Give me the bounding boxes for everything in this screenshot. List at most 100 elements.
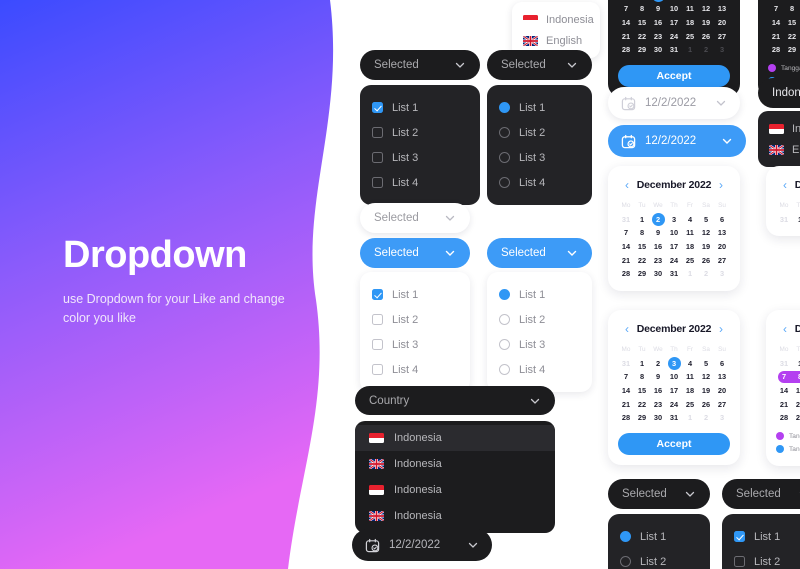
list-item[interactable]: List 2 <box>372 307 458 332</box>
calendar-day[interactable]: 30 <box>650 43 666 57</box>
radio-icon[interactable] <box>499 152 510 163</box>
calendar-day[interactable]: 5 <box>698 213 714 227</box>
calendar-grid[interactable]: Mo Tu We Th Fr Sa Su 31 1 2 3 4 5 6 <box>776 199 800 226</box>
checkbox-list-dark[interactable]: List 1 List 2 List 3 List 4 <box>360 85 480 205</box>
calendar-day[interactable]: 2 <box>698 43 714 57</box>
list-item[interactable]: List 2 <box>620 549 698 569</box>
language-option[interactable]: Indonesia <box>523 9 594 30</box>
radio-icon[interactable] <box>499 314 510 325</box>
list-item[interactable]: List 1 <box>620 524 698 549</box>
calendar-day[interactable]: 20 <box>714 384 730 398</box>
checkbox-icon[interactable] <box>372 314 383 325</box>
calendar-day[interactable]: 23 <box>650 29 666 43</box>
date-picker-blue[interactable]: 12/2/2022 <box>608 125 746 157</box>
list-item[interactable]: List 4 <box>372 357 458 382</box>
list-item[interactable]: List 2 <box>734 549 800 569</box>
checkbox-icon[interactable] <box>372 289 383 300</box>
radio-icon[interactable] <box>499 339 510 350</box>
calendar-day[interactable]: 22 <box>784 29 800 43</box>
calendar-grid[interactable]: Mo Tu We Th Fr Sa Su 31 1 2 3 4 5 6 7 8 … <box>618 0 730 57</box>
country-dropdown-menu[interactable]: Indonesia Indonesia Indonesia Indonesia <box>355 421 555 533</box>
checkbox-list-light[interactable]: List 1 List 2 List 3 List 4 <box>360 272 470 392</box>
radio-icon[interactable] <box>620 556 631 567</box>
calendar-day[interactable]: 10 <box>666 2 682 16</box>
language-option[interactable]: English <box>769 139 800 160</box>
calendar-day[interactable]: 8 <box>634 226 650 240</box>
calendar-day[interactable]: 29 <box>634 267 650 281</box>
calendar-day[interactable]: 7 <box>618 2 634 16</box>
calendar-day[interactable]: 26 <box>698 253 714 267</box>
calendar-day[interactable]: 15 <box>634 240 650 254</box>
calendar-dark-top[interactable]: ‹ December 2022 › Mo Tu We Th Fr Sa Su 3… <box>608 0 740 97</box>
calendar-grid[interactable]: Mo Tu We Th Fr Sa Su 31 1 2 3 4 5 6 7 8 … <box>776 343 800 425</box>
country-option[interactable]: Indonesia <box>355 503 555 529</box>
calendar-day[interactable]: 8 <box>784 2 800 16</box>
select-light-checkbox-trigger[interactable]: Selected <box>360 203 470 233</box>
calendar-day[interactable]: 11 <box>682 226 698 240</box>
calendar-day[interactable]: 3 <box>714 267 730 281</box>
calendar-day[interactable]: 12 <box>698 226 714 240</box>
chevron-right-icon[interactable]: › <box>715 179 727 191</box>
calendar-day[interactable]: 7 <box>618 226 634 240</box>
calendar-day[interactable]: 16 <box>650 384 666 398</box>
calendar-day[interactable]: 30 <box>650 411 666 425</box>
calendar-day[interactable]: 9 <box>650 2 666 16</box>
calendar-day[interactable]: 4 <box>682 213 698 227</box>
calendar-day[interactable]: 14 <box>618 384 634 398</box>
calendar-day[interactable]: 18 <box>682 384 698 398</box>
list-item[interactable]: List 3 <box>372 145 468 170</box>
calendar-day[interactable]: 14 <box>768 16 784 30</box>
calendar-light-b[interactable]: ‹ December 2022 › Mo Tu We Th Fr Sa Su 3… <box>608 310 740 465</box>
calendar-day[interactable]: 14 <box>618 16 634 30</box>
calendar-day[interactable]: 7 <box>768 2 784 16</box>
calendar-day[interactable]: 28 <box>776 411 792 425</box>
calendar-light-range[interactable]: ‹ December 2022 › Mo Tu We Th Fr Sa Su 3… <box>766 310 800 466</box>
calendar-day[interactable]: 27 <box>714 397 730 411</box>
calendar-day[interactable]: 23 <box>650 397 666 411</box>
calendar-day[interactable]: 1 <box>682 267 698 281</box>
calendar-day[interactable]: 22 <box>634 397 650 411</box>
language-option[interactable]: English <box>523 30 589 51</box>
list-item[interactable]: List 4 <box>372 170 468 195</box>
calendar-day[interactable]: 24 <box>666 253 682 267</box>
calendar-day[interactable]: 1 <box>634 357 650 371</box>
calendar-day[interactable]: 3 <box>714 43 730 57</box>
country-option[interactable]: Indonesia <box>355 425 555 451</box>
language-option[interactable]: Indonesia <box>769 118 800 139</box>
calendar-day[interactable]: 21 <box>618 397 634 411</box>
calendar-light-c[interactable]: ‹ December 2022 › Mo Tu We Th Fr Sa Su 3… <box>766 166 800 237</box>
chevron-left-icon[interactable]: ‹ <box>779 179 791 191</box>
calendar-day[interactable]: 11 <box>682 370 698 384</box>
calendar-day[interactable]: 21 <box>776 397 792 411</box>
bottom-radio-list-dark[interactable]: List 1 List 2 <box>608 514 710 569</box>
calendar-day[interactable]: 29 <box>792 411 800 425</box>
calendar-grid[interactable]: Mo Tu We Th Fr Sa Su 31 1 2 3 4 5 6 7 8 … <box>768 0 800 57</box>
select-blue-checkbox-trigger[interactable]: Selected <box>360 238 470 268</box>
list-item[interactable]: List 1 <box>499 95 580 120</box>
checkbox-icon[interactable] <box>372 152 383 163</box>
radio-list-dark[interactable]: List 1 List 2 List 3 List 4 <box>487 85 592 205</box>
calendar-day[interactable]: 20 <box>714 240 730 254</box>
calendar-day[interactable]: 1 <box>792 357 800 371</box>
calendar-day[interactable]: 5 <box>698 357 714 371</box>
calendar-day[interactable]: 24 <box>666 397 682 411</box>
calendar-day[interactable]: 26 <box>698 29 714 43</box>
calendar-day[interactable]: 6 <box>714 213 730 227</box>
calendar-day[interactable]: 18 <box>682 240 698 254</box>
calendar-day[interactable]: 31 <box>618 213 634 227</box>
calendar-day[interactable]: 23 <box>650 253 666 267</box>
calendar-day[interactable]: 14 <box>776 384 792 398</box>
calendar-grid[interactable]: Mo Tu We Th Fr Sa Su 31 1 2 3 4 5 6 7 8 … <box>618 343 730 425</box>
calendar-day[interactable]: 31 <box>666 411 682 425</box>
radio-list-light[interactable]: List 1 List 2 List 3 List 4 <box>487 272 592 392</box>
calendar-day[interactable]: 8 <box>634 370 650 384</box>
calendar-day[interactable]: 14 <box>618 240 634 254</box>
list-item[interactable]: List 4 <box>499 170 580 195</box>
calendar-day[interactable]: 2 <box>650 357 666 371</box>
select-dark-radio-trigger[interactable]: Selected <box>487 50 592 80</box>
calendar-day[interactable]: 29 <box>634 411 650 425</box>
radio-icon[interactable] <box>499 289 510 300</box>
date-picker-dark[interactable]: 12/2/2022 <box>352 529 492 561</box>
calendar-day[interactable]: 12 <box>698 370 714 384</box>
calendar-day[interactable]: 31 <box>666 43 682 57</box>
